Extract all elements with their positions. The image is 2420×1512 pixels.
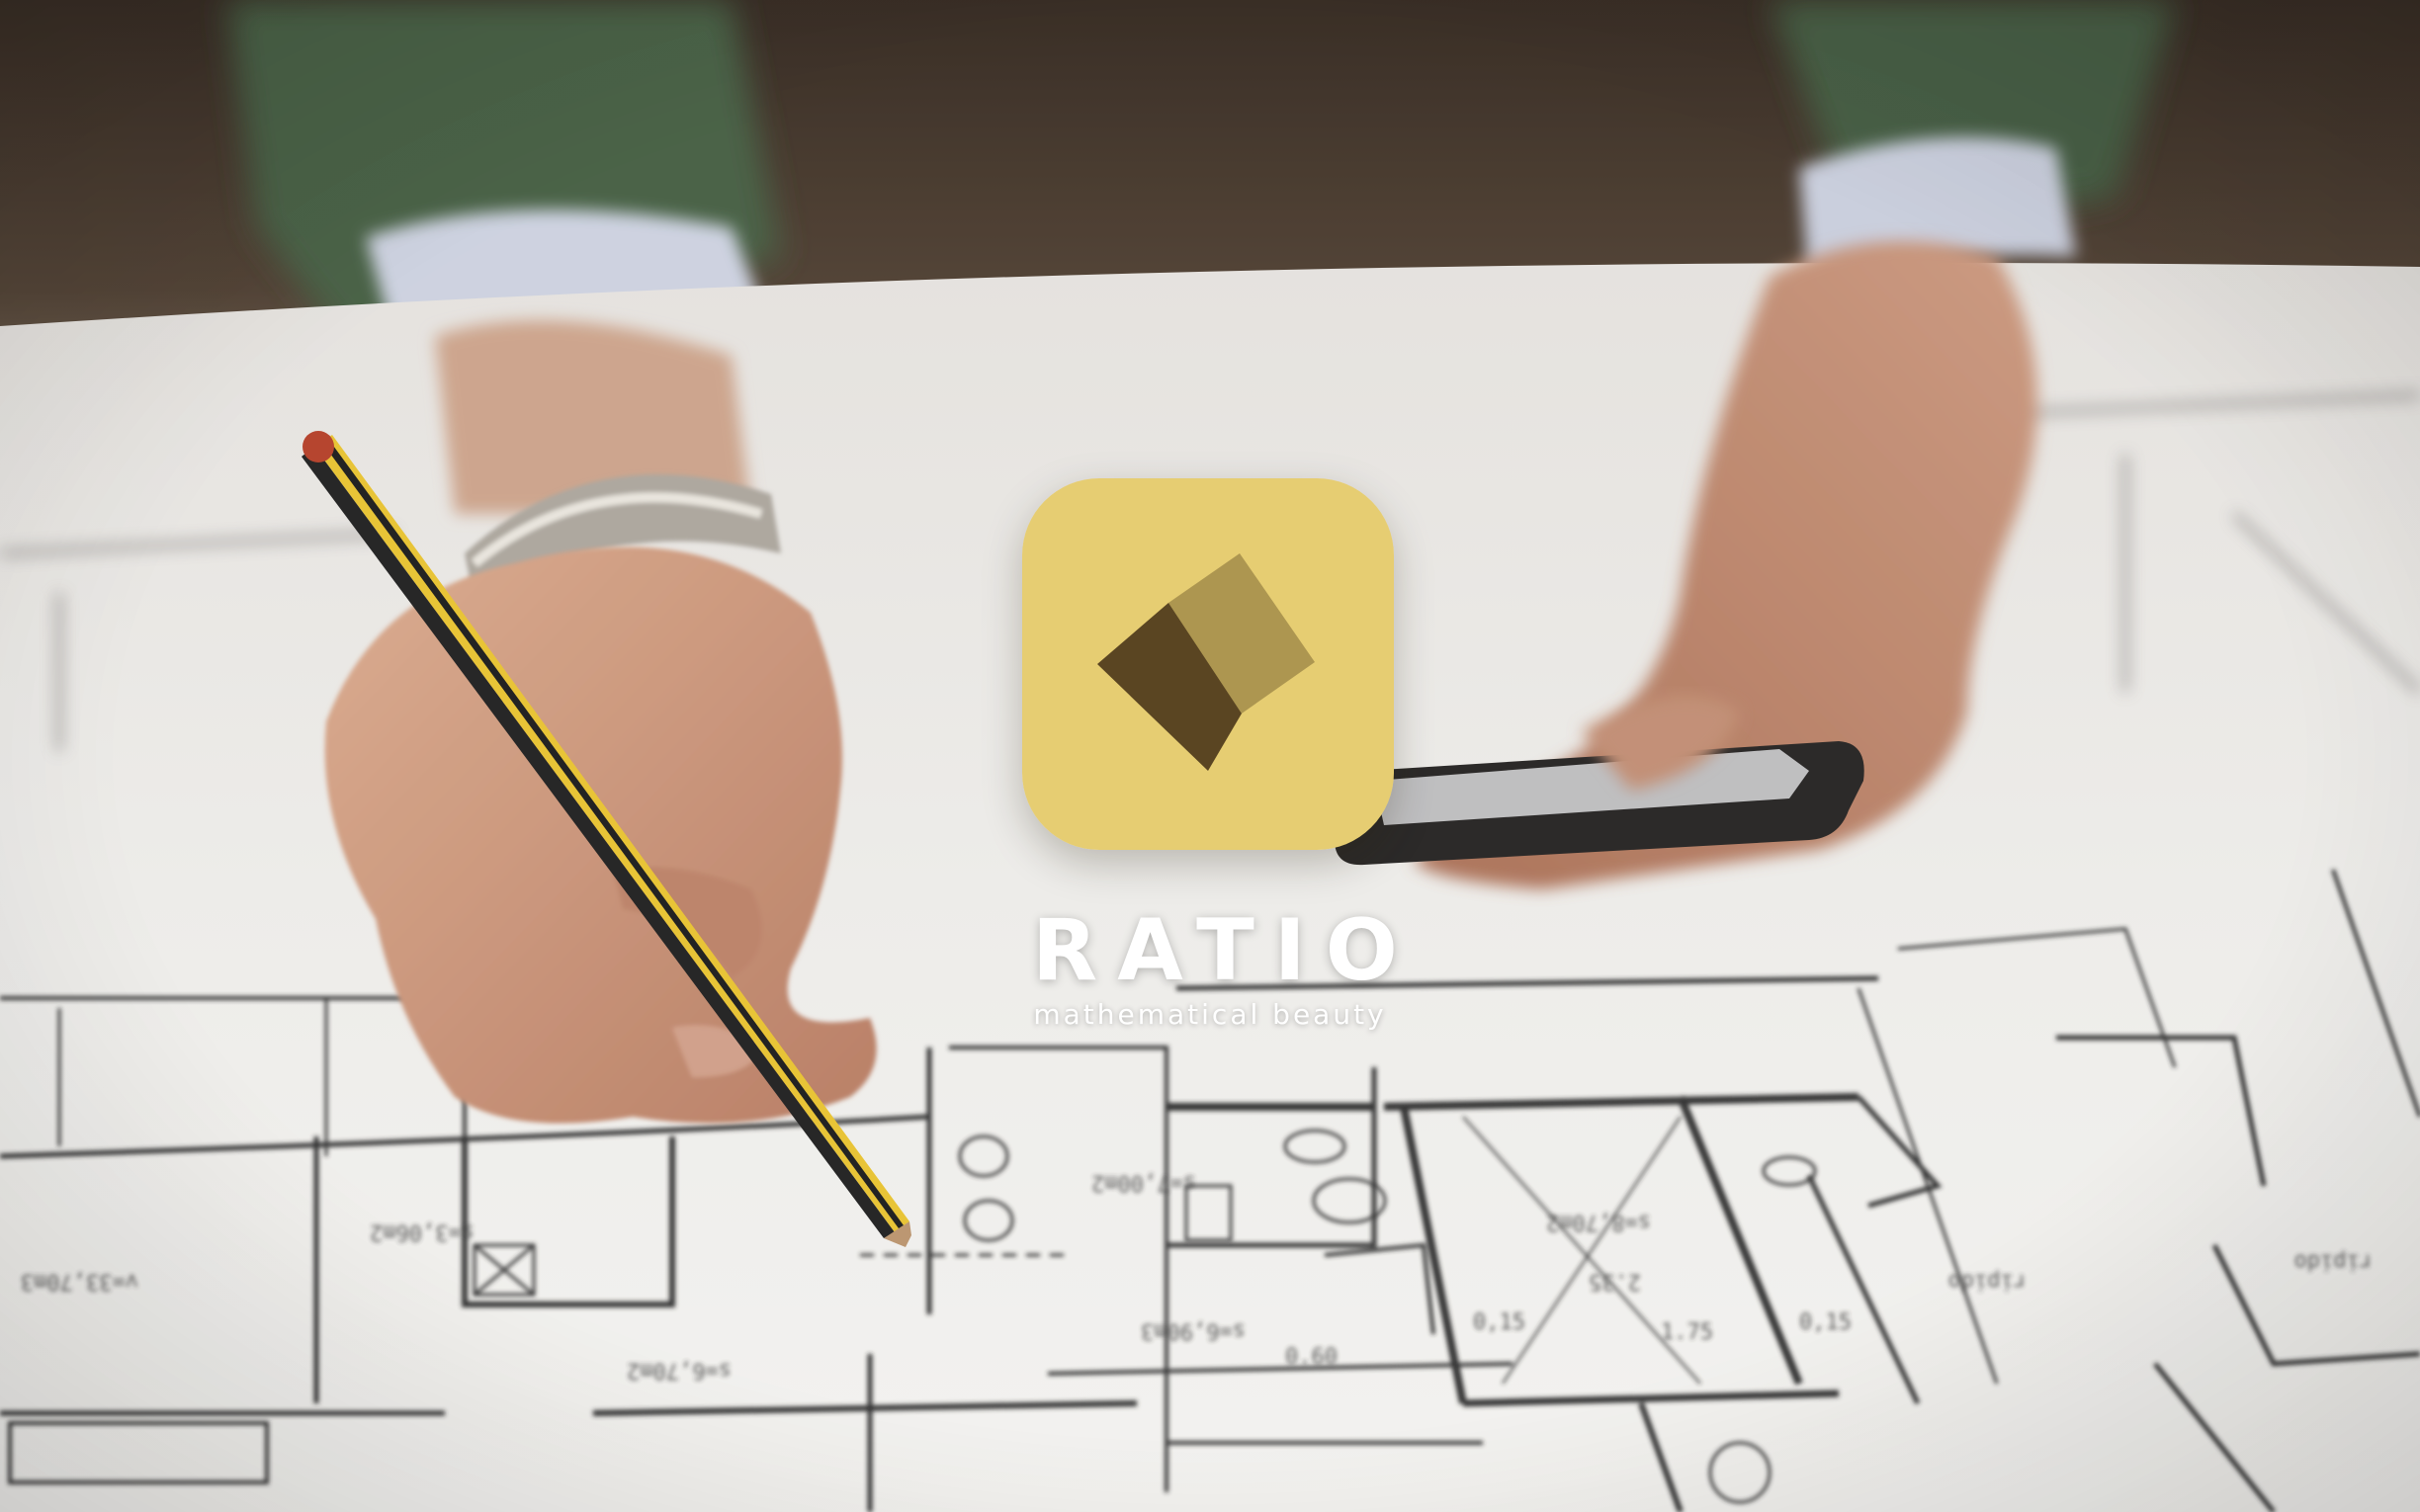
background-photo: v=33,70m3 s=3,06m2 s=6,70m2 s=7,00m2 s=6… — [0, 0, 2420, 1512]
